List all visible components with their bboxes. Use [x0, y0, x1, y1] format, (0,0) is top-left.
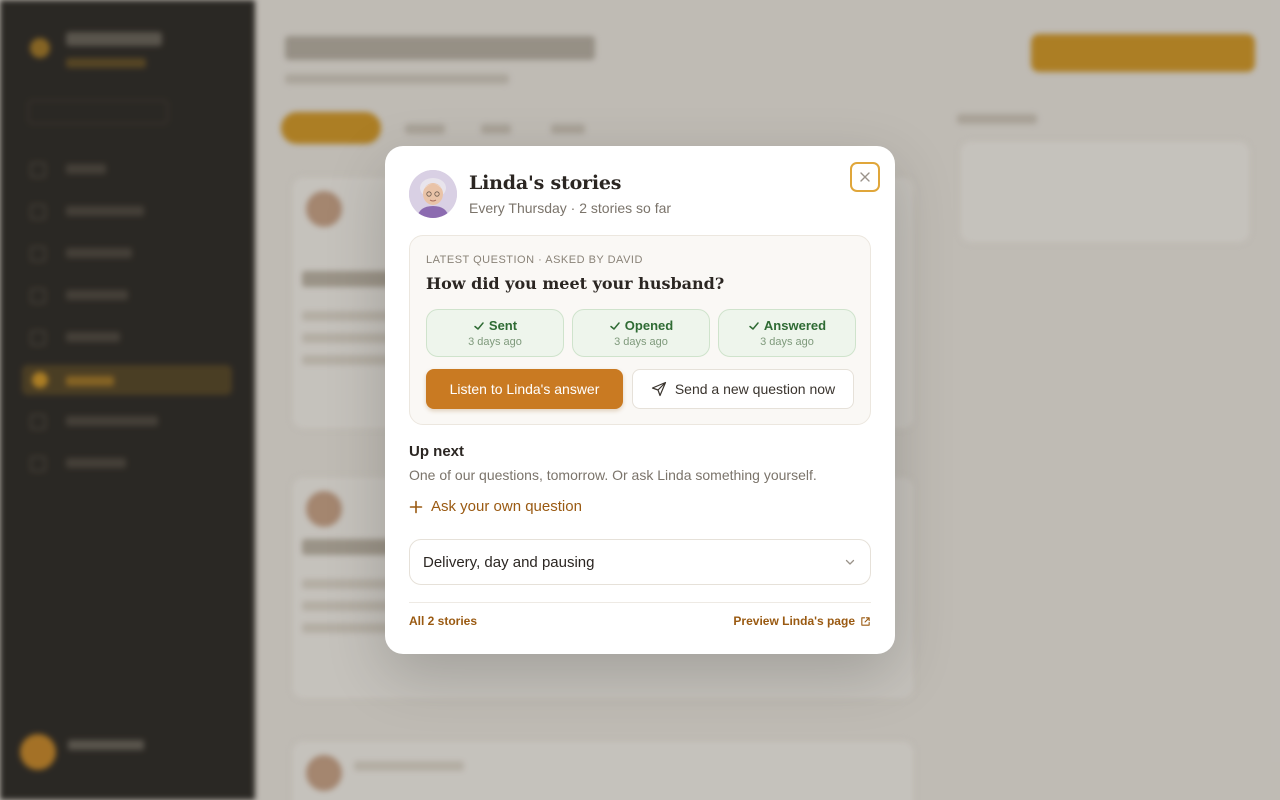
plus-icon	[409, 500, 423, 513]
listen-answer-button[interactable]: Listen to Linda's answer	[426, 369, 623, 409]
latest-question-card: LATEST QUESTION · ASKED BY DAVID How did…	[409, 235, 871, 425]
all-stories-link[interactable]: All 2 stories	[409, 614, 477, 628]
modal-subtitle: Every Thursday · 2 stories so far	[469, 200, 672, 216]
status-label: Answered	[763, 318, 827, 333]
ask-own-question-link[interactable]: Ask your own question	[409, 498, 582, 515]
latest-question-text: How did you meet your husband?	[426, 274, 725, 293]
status-time: 3 days ago	[760, 336, 814, 348]
divider	[409, 602, 871, 603]
status-label: Sent	[488, 318, 518, 333]
stories-modal: Linda's stories Every Thursday · 2 stori…	[385, 146, 895, 654]
up-next-heading: Up next	[409, 443, 465, 460]
external-link-icon	[861, 616, 870, 626]
chevron-down-icon	[845, 559, 855, 565]
avatar	[409, 170, 457, 218]
status-label: Opened	[624, 318, 674, 333]
send-question-button[interactable]: Send a new question now	[632, 369, 854, 409]
preview-page-link[interactable]: Preview Linda's page	[733, 614, 871, 628]
close-button[interactable]	[850, 162, 880, 192]
latest-question-label: LATEST QUESTION · ASKED BY DAVID	[426, 254, 643, 266]
close-icon	[860, 172, 870, 182]
check-icon	[749, 321, 759, 330]
ask-own-question-label: Ask your own question	[431, 498, 582, 515]
send-icon	[651, 381, 666, 397]
check-icon	[474, 321, 484, 330]
status-sent: Sent 3 days ago	[426, 309, 564, 357]
status-opened: Opened 3 days ago	[572, 309, 710, 357]
delivery-settings-accordion[interactable]: Delivery, day and pausing	[409, 539, 871, 585]
status-time: 3 days ago	[614, 336, 668, 348]
up-next-description: One of our questions, tomorrow. Or ask L…	[409, 467, 817, 483]
send-question-label: Send a new question now	[674, 381, 836, 397]
modal-title: Linda's stories	[469, 172, 622, 194]
preview-page-label: Preview Linda's page	[733, 614, 855, 628]
delivery-status: Sent 3 days ago Opened 3 days ago Answer…	[426, 309, 856, 357]
status-time: 3 days ago	[468, 336, 522, 348]
check-icon	[610, 321, 620, 330]
status-answered: Answered 3 days ago	[718, 309, 856, 357]
accordion-label: Delivery, day and pausing	[423, 553, 595, 571]
